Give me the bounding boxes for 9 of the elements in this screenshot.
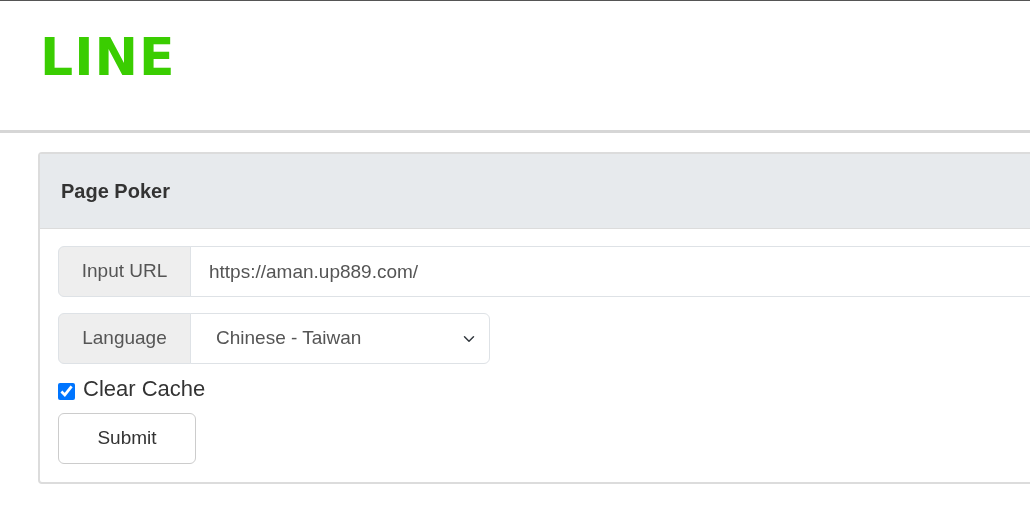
url-input-field[interactable]: https://aman.up889.com/ [190,246,1030,297]
language-dropdown[interactable]: Chinese - Taiwan [190,313,490,364]
card-title: Page Poker [40,154,1030,229]
language-label: Language [58,313,191,364]
submit-button[interactable]: Submit [58,413,196,464]
url-label: Input URL [58,246,191,297]
clear-cache-checkbox[interactable] [58,383,75,400]
logo: LINE [40,31,176,83]
clear-cache-label: Clear Cache [83,375,206,403]
